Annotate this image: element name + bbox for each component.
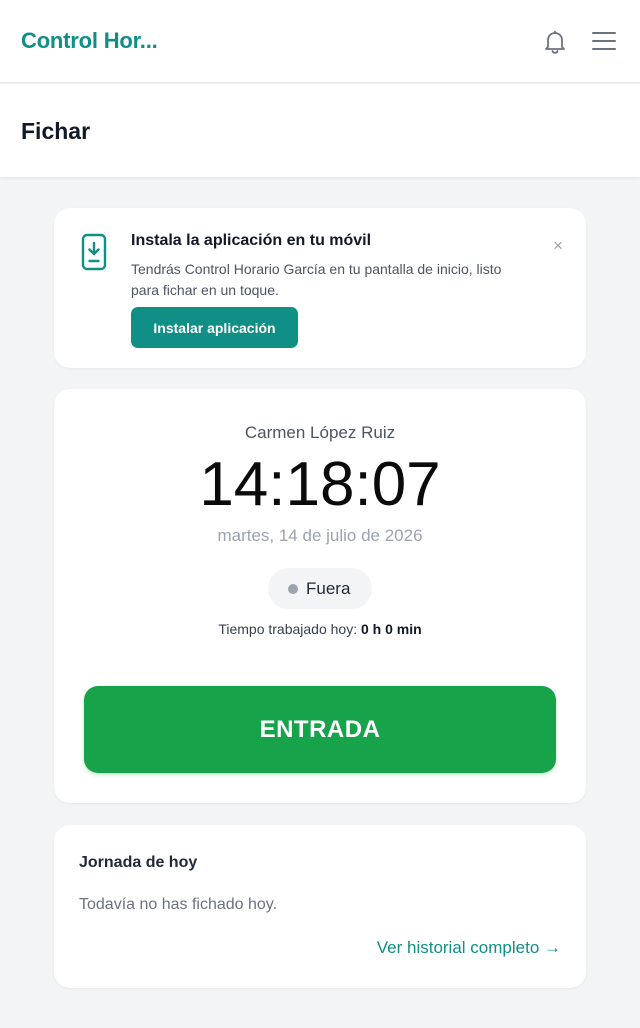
status-dot-icon xyxy=(288,584,298,594)
worked-time-value: 0 h 0 min xyxy=(361,621,422,637)
top-bar: Control Hor... xyxy=(0,0,640,83)
bell-icon[interactable] xyxy=(543,29,567,55)
history-link[interactable]: Ver historial completo → xyxy=(377,938,561,958)
employee-name: Carmen López Ruiz xyxy=(244,423,396,442)
worked-time: Tiempo trabajado hoy: 0 h 0 min xyxy=(54,621,586,637)
today-card: Jornada de hoy Todavía no has fichado ho… xyxy=(54,825,586,988)
clock-in-button[interactable]: ENTRADA xyxy=(84,686,556,773)
current-time: 14:18:07 xyxy=(199,450,441,519)
install-banner: Instala la aplicación en tu móvil Tendrá… xyxy=(54,208,586,368)
close-icon[interactable]: × xyxy=(548,236,568,256)
current-date: martes, 14 de julio de 2026 xyxy=(217,526,423,545)
hamburger-menu-icon[interactable] xyxy=(592,30,616,52)
today-title: Jornada de hoy xyxy=(79,854,198,871)
app-title[interactable]: Control Hor... xyxy=(21,28,158,54)
status-text: Fuera xyxy=(306,579,351,598)
install-app-button[interactable]: Instalar aplicación xyxy=(131,307,298,348)
page-header: Fichar xyxy=(0,84,640,177)
install-banner-description: Tendrás Control Horario García en tu pan… xyxy=(131,261,502,298)
install-banner-title: Instala la aplicación en tu móvil xyxy=(131,232,372,249)
worked-time-label: Tiempo trabajado hoy: xyxy=(218,621,358,637)
phone-download-icon xyxy=(81,233,107,271)
clock-card: Carmen López Ruiz 14:18:07 martes, 14 de… xyxy=(54,389,586,803)
page-title: Fichar xyxy=(21,118,91,144)
status-badge: Fuera xyxy=(268,568,372,609)
today-empty-message: Todavía no has fichado hoy. xyxy=(79,896,278,913)
